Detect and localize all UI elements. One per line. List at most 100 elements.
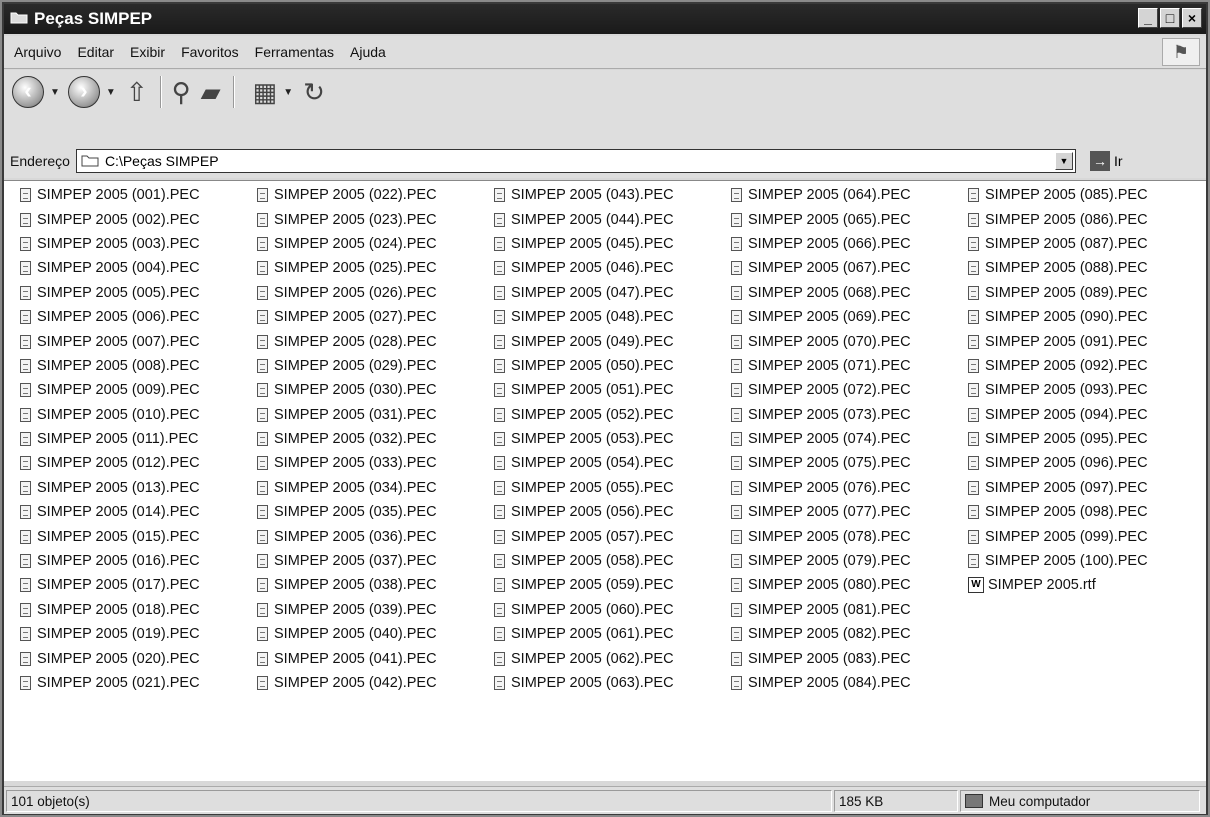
file-item[interactable]: SIMPEP 2005 (089).PEC <box>968 281 1148 305</box>
file-item[interactable]: SIMPEP 2005 (099).PEC <box>968 524 1148 548</box>
minimize-button[interactable]: _ <box>1138 8 1158 28</box>
file-item[interactable]: SIMPEP 2005 (071).PEC <box>731 354 911 378</box>
file-item[interactable]: SIMPEP 2005 (014).PEC <box>20 500 200 524</box>
file-item[interactable]: SIMPEP 2005 (006).PEC <box>20 305 200 329</box>
file-item[interactable]: SIMPEP 2005 (001).PEC <box>20 183 200 207</box>
file-item[interactable]: SIMPEP 2005 (082).PEC <box>731 622 911 646</box>
file-item[interactable]: SIMPEP 2005 (069).PEC <box>731 305 911 329</box>
file-item[interactable]: SIMPEP 2005 (040).PEC <box>257 622 437 646</box>
file-item[interactable]: SIMPEP 2005 (021).PEC <box>20 671 200 695</box>
file-item[interactable]: SIMPEP 2005 (052).PEC <box>494 403 674 427</box>
file-item[interactable]: SIMPEP 2005 (057).PEC <box>494 524 674 548</box>
file-item[interactable]: SIMPEP 2005 (023).PEC <box>257 207 437 231</box>
chevron-down-icon[interactable]: ▼ <box>50 87 60 98</box>
menu-favoritos[interactable]: Favoritos <box>173 44 247 60</box>
file-item[interactable]: SIMPEP 2005 (056).PEC <box>494 500 674 524</box>
file-item[interactable]: SIMPEP 2005 (081).PEC <box>731 598 911 622</box>
file-item[interactable]: SIMPEP 2005 (065).PEC <box>731 207 911 231</box>
file-item[interactable]: SIMPEP 2005 (003).PEC <box>20 232 200 256</box>
file-item[interactable]: SIMPEP 2005 (028).PEC <box>257 329 437 353</box>
file-item[interactable]: SIMPEP 2005 (020).PEC <box>20 646 200 670</box>
file-item[interactable]: SIMPEP 2005 (070).PEC <box>731 329 911 353</box>
file-item[interactable]: SIMPEP 2005 (062).PEC <box>494 646 674 670</box>
file-item[interactable]: SIMPEP 2005 (090).PEC <box>968 305 1148 329</box>
file-item[interactable]: SIMPEP 2005 (030).PEC <box>257 378 437 402</box>
file-item[interactable]: SIMPEP 2005 (015).PEC <box>20 524 200 548</box>
file-item[interactable]: SIMPEP 2005 (096).PEC <box>968 451 1148 475</box>
file-item[interactable]: SIMPEP 2005 (078).PEC <box>731 524 911 548</box>
file-item[interactable]: SIMPEP 2005 (022).PEC <box>257 183 437 207</box>
file-item[interactable]: SIMPEP 2005 (055).PEC <box>494 476 674 500</box>
menu-ajuda[interactable]: Ajuda <box>342 44 394 60</box>
file-item[interactable]: SIMPEP 2005 (026).PEC <box>257 281 437 305</box>
file-item[interactable]: SIMPEP 2005 (029).PEC <box>257 354 437 378</box>
file-item[interactable]: SIMPEP 2005 (019).PEC <box>20 622 200 646</box>
file-item[interactable]: SIMPEP 2005 (024).PEC <box>257 232 437 256</box>
file-item[interactable]: SIMPEP 2005 (039).PEC <box>257 598 437 622</box>
file-item[interactable]: SIMPEP 2005 (018).PEC <box>20 598 200 622</box>
file-item[interactable]: SIMPEP 2005 (073).PEC <box>731 403 911 427</box>
file-item[interactable]: SIMPEP 2005 (088).PEC <box>968 256 1148 280</box>
file-item[interactable]: SIMPEP 2005 (033).PEC <box>257 451 437 475</box>
file-item[interactable]: SIMPEP 2005 (049).PEC <box>494 329 674 353</box>
file-item[interactable]: SIMPEP 2005 (007).PEC <box>20 329 200 353</box>
file-item[interactable]: SIMPEP 2005 (098).PEC <box>968 500 1148 524</box>
maximize-button[interactable]: □ <box>1160 8 1180 28</box>
file-item[interactable]: SIMPEP 2005 (005).PEC <box>20 281 200 305</box>
chevron-down-icon[interactable]: ▼ <box>106 87 116 98</box>
file-item[interactable]: SIMPEP 2005 (064).PEC <box>731 183 911 207</box>
file-item[interactable]: SIMPEP 2005 (027).PEC <box>257 305 437 329</box>
views-button[interactable]: ▦ ▼ <box>243 77 293 108</box>
file-item[interactable]: SIMPEP 2005 (044).PEC <box>494 207 674 231</box>
file-item[interactable]: SIMPEP 2005 (077).PEC <box>731 500 911 524</box>
file-item[interactable]: SIMPEP 2005 (004).PEC <box>20 256 200 280</box>
file-item[interactable]: SIMPEP 2005 (009).PEC <box>20 378 200 402</box>
file-item[interactable]: SIMPEP 2005 (038).PEC <box>257 573 437 597</box>
file-item[interactable]: SIMPEP 2005 (016).PEC <box>20 549 200 573</box>
file-item[interactable]: SIMPEP 2005 (083).PEC <box>731 646 911 670</box>
file-item[interactable]: SIMPEP 2005 (032).PEC <box>257 427 437 451</box>
close-button[interactable]: × <box>1182 8 1202 28</box>
file-item[interactable]: SIMPEP 2005 (013).PEC <box>20 476 200 500</box>
file-item[interactable]: SIMPEP 2005 (063).PEC <box>494 671 674 695</box>
file-item[interactable]: SIMPEP 2005 (047).PEC <box>494 281 674 305</box>
file-item[interactable]: SIMPEP 2005 (095).PEC <box>968 427 1148 451</box>
file-item[interactable]: SIMPEP 2005 (068).PEC <box>731 281 911 305</box>
file-item[interactable]: SIMPEP 2005 (048).PEC <box>494 305 674 329</box>
file-item[interactable]: SIMPEP 2005 (060).PEC <box>494 598 674 622</box>
forward-button[interactable]: › ▼ <box>67 76 116 108</box>
file-item[interactable]: SIMPEP 2005 (051).PEC <box>494 378 674 402</box>
file-item[interactable]: SIMPEP 2005 (080).PEC <box>731 573 911 597</box>
file-item[interactable]: SIMPEP 2005 (058).PEC <box>494 549 674 573</box>
file-item[interactable]: SIMPEP 2005 (002).PEC <box>20 207 200 231</box>
file-item[interactable]: SIMPEP 2005 (075).PEC <box>731 451 911 475</box>
chevron-down-icon[interactable]: ▼ <box>283 87 293 98</box>
file-item[interactable]: SIMPEP 2005 (037).PEC <box>257 549 437 573</box>
file-item[interactable]: SIMPEP 2005 (079).PEC <box>731 549 911 573</box>
file-item[interactable]: SIMPEP 2005 (091).PEC <box>968 329 1148 353</box>
refresh-icon[interactable]: ↻ <box>303 77 325 108</box>
file-item[interactable]: SIMPEP 2005 (085).PEC <box>968 183 1148 207</box>
file-item[interactable]: SIMPEP 2005 (041).PEC <box>257 646 437 670</box>
file-item[interactable]: SIMPEP 2005 (054).PEC <box>494 451 674 475</box>
file-item[interactable]: SIMPEP 2005 (061).PEC <box>494 622 674 646</box>
file-item[interactable]: SIMPEP 2005 (053).PEC <box>494 427 674 451</box>
file-item[interactable]: SIMPEP 2005 (084).PEC <box>731 671 911 695</box>
file-item[interactable]: SIMPEP 2005 (076).PEC <box>731 476 911 500</box>
file-item[interactable]: SIMPEP 2005 (025).PEC <box>257 256 437 280</box>
file-item[interactable]: SIMPEP 2005 (087).PEC <box>968 232 1148 256</box>
file-item[interactable]: SIMPEP 2005 (017).PEC <box>20 573 200 597</box>
file-item[interactable]: SIMPEP 2005 (045).PEC <box>494 232 674 256</box>
back-button[interactable]: ‹ ▼ <box>12 76 60 108</box>
file-item[interactable]: SIMPEP 2005 (034).PEC <box>257 476 437 500</box>
file-item[interactable]: SIMPEP 2005 (035).PEC <box>257 500 437 524</box>
file-item[interactable]: SIMPEP 2005 (067).PEC <box>731 256 911 280</box>
file-item[interactable]: SIMPEP 2005 (092).PEC <box>968 354 1148 378</box>
file-item[interactable]: SIMPEP 2005 (050).PEC <box>494 354 674 378</box>
file-item[interactable]: SIMPEP 2005 (046).PEC <box>494 256 674 280</box>
file-item[interactable]: SIMPEP 2005 (059).PEC <box>494 573 674 597</box>
file-item[interactable]: SIMPEP 2005 (100).PEC <box>968 549 1148 573</box>
address-input[interactable]: C:\Peças SIMPEP ▼ <box>75 149 1076 173</box>
menu-arquivo[interactable]: Arquivo <box>4 44 69 60</box>
file-item[interactable]: SIMPEP 2005 (086).PEC <box>968 207 1148 231</box>
